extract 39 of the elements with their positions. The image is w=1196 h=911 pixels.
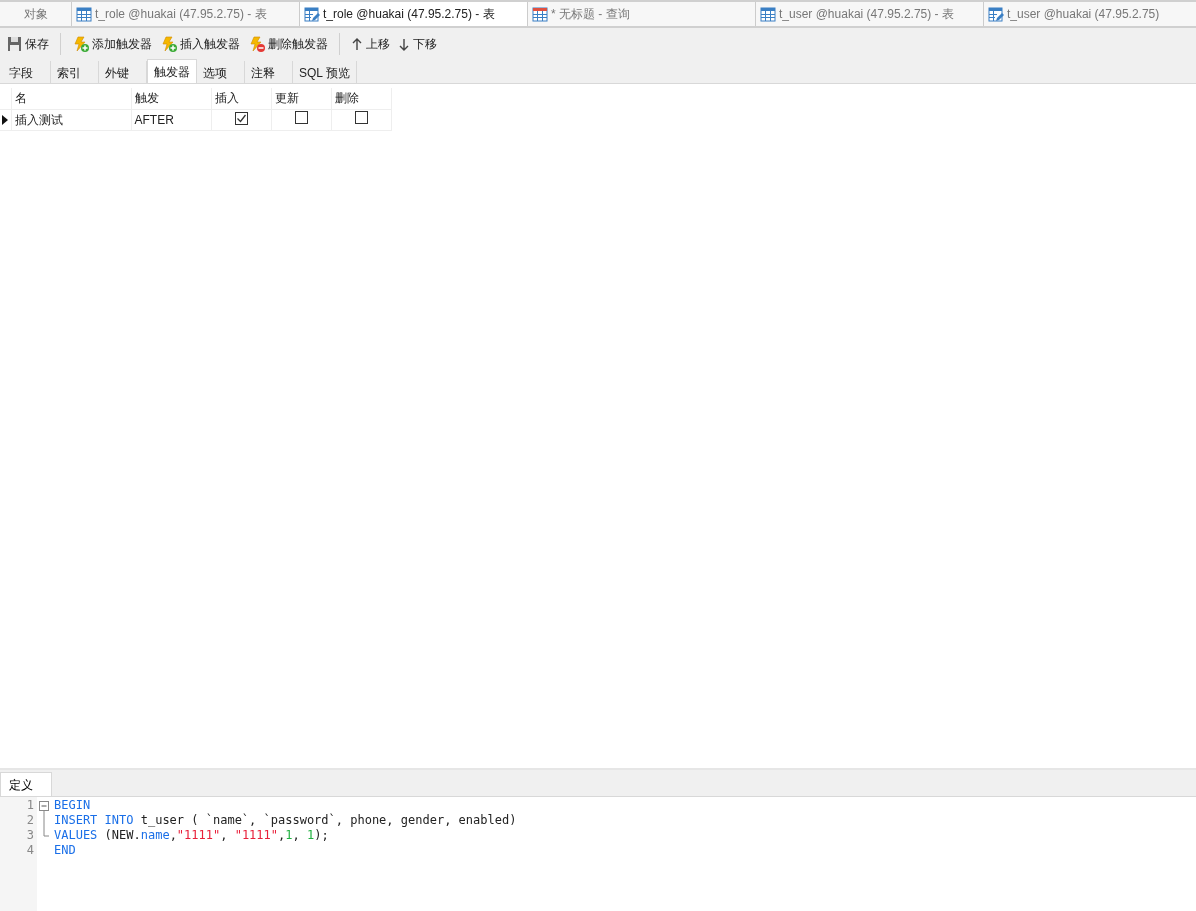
line-number: 1 [25, 798, 34, 813]
line-number: 2 [25, 813, 34, 828]
lightning-plus-icon [72, 36, 89, 52]
table-pencil-icon [988, 6, 1004, 22]
panel-tab[interactable]: 定义 [0, 772, 52, 796]
line-number: 4 [25, 843, 34, 858]
query-table-icon [532, 6, 548, 22]
toolbar-button[interactable]: 下移 [395, 33, 440, 55]
code-editor[interactable]: BEGIN INSERT INTO t_user ( `name`, `password`, phone, gender, enabled) VALUES (NEW.name,"1111", "1111",1, 1); END [37, 797, 1196, 911]
column-header: 插入 [211, 88, 271, 109]
arrow-up-icon [351, 36, 363, 52]
line-number: 3 [25, 828, 34, 843]
toolbar-button[interactable]: 删除触发器 [245, 33, 331, 55]
column-header: 名 [11, 88, 131, 109]
column-header: 删除 [331, 88, 391, 109]
checkbox[interactable] [354, 110, 368, 124]
table-icon [76, 6, 92, 22]
code-line: INSERT INTO t_user ( `name`, `password`, phone, gender, enabled) [53, 813, 517, 828]
lightning-plus-icon [160, 36, 177, 52]
document-tab[interactable]: t_role @huakai (47.95.2.75) - 表 [300, 2, 528, 26]
lightning-minus-icon [248, 36, 265, 52]
checkbox[interactable] [234, 111, 248, 125]
code-line: END [53, 843, 76, 858]
toolbar-button[interactable]: 保存 [4, 33, 52, 55]
toolbar-button[interactable]: 上移 [348, 33, 393, 55]
toolbar-button[interactable]: 添加触发器 [69, 33, 155, 55]
designer-tab[interactable]: 触发器 [147, 59, 197, 83]
table-cell: 插入测试 [11, 109, 131, 130]
fold-collapse-icon [37, 798, 50, 813]
arrow-down-icon [398, 36, 410, 52]
code-line: BEGIN [53, 798, 91, 813]
table-cell: AFTER [131, 109, 211, 130]
column-header: 更新 [271, 88, 331, 109]
checkbox[interactable] [294, 110, 308, 124]
code-line: VALUES (NEW.name,"1111", "1111",1, 1); [53, 828, 329, 843]
table-icon [760, 6, 776, 22]
toolbar-button[interactable]: 插入触发器 [157, 33, 243, 55]
table-pencil-icon [304, 6, 320, 22]
column-header: 触发 [131, 88, 211, 109]
